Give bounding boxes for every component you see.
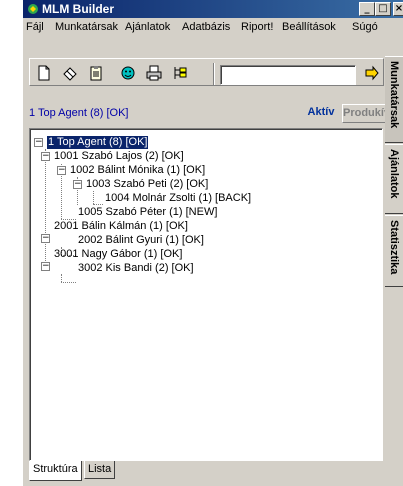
title-bar[interactable]: MLM Builder _ □ × xyxy=(23,0,403,18)
collapse-toggle[interactable]: − xyxy=(57,166,66,175)
tree-node[interactable]: 1003 Szabó Peti (2) [OK] xyxy=(86,178,208,191)
menu-adatbazis[interactable]: Adatbázis xyxy=(182,21,230,33)
close-button[interactable]: × xyxy=(393,2,403,16)
production-toggle-button[interactable]: Produkív xyxy=(342,104,390,123)
minimize-button[interactable]: _ xyxy=(359,2,375,16)
app-icon xyxy=(28,4,38,14)
eraser-icon[interactable] xyxy=(62,65,78,81)
menu-sugo[interactable]: Súgó xyxy=(352,21,378,33)
side-tab-strip: Munkatársak Ajánlatok Statisztika xyxy=(385,56,403,486)
tree-view-icon[interactable] xyxy=(172,65,188,81)
tab-statisztika-label: Statisztika xyxy=(388,220,400,275)
tree-node[interactable]: 2002 Bálint Gyuri (1) [OK] xyxy=(78,234,204,247)
menu-file[interactable]: Fájl xyxy=(26,21,44,33)
current-agent-label: 1 Top Agent (8) [OK] xyxy=(29,107,129,119)
toolbar-separator xyxy=(213,63,215,85)
collapse-toggle[interactable]: − xyxy=(41,152,50,161)
app-window: MLM Builder _ □ × Fájl Munkatársak Ajánl… xyxy=(22,0,403,486)
tab-statisztika[interactable]: Statisztika xyxy=(385,215,403,287)
search-input[interactable] xyxy=(220,65,356,85)
tree-node[interactable]: 3002 Kis Bandi (2) [OK] xyxy=(78,262,194,275)
collapse-toggle[interactable]: − xyxy=(73,180,82,189)
window-title: MLM Builder xyxy=(42,2,114,16)
tab-struktura[interactable]: Struktúra xyxy=(29,461,82,481)
tab-ajanlatok[interactable]: Ajánlatok xyxy=(385,144,403,214)
tree-node[interactable]: 1005 Szabó Péter (1) [NEW] xyxy=(78,206,217,219)
tree-connector xyxy=(93,191,94,204)
maximize-button[interactable]: □ xyxy=(375,2,391,16)
menu-beallitasok[interactable]: Beállítások xyxy=(282,21,336,33)
tree-connector xyxy=(93,204,103,205)
menu-bar: Fájl Munkatársak Ajánlatok Adatbázis Rip… xyxy=(23,19,403,37)
smiley-icon[interactable] xyxy=(120,65,136,81)
tree-connector xyxy=(45,149,46,267)
tree-connector xyxy=(61,274,62,282)
tree-node[interactable]: 3001 Nagy Gábor (1) [OK] xyxy=(54,248,182,261)
tree-connector xyxy=(61,282,76,283)
tab-munkatarsak-label: Munkatársak xyxy=(388,61,400,129)
new-document-icon[interactable] xyxy=(36,65,52,81)
collapse-toggle[interactable]: − xyxy=(34,138,43,147)
tree-node[interactable]: 1004 Molnár Zsolti (1) [BACK] xyxy=(105,192,251,205)
toolbar xyxy=(29,58,384,86)
tab-munkatarsak[interactable]: Munkatársak xyxy=(385,56,403,143)
agent-status-row: 1 Top Agent (8) [OK] Aktív Produkív xyxy=(29,104,390,124)
tab-lista[interactable]: Lista xyxy=(84,461,116,479)
collapse-toggle[interactable]: − xyxy=(41,234,50,243)
tree-node[interactable]: 1002 Bálint Mónika (1) [OK] xyxy=(70,164,205,177)
printer-icon[interactable] xyxy=(146,65,162,81)
menu-ajanlatok[interactable]: Ajánlatok xyxy=(125,21,170,33)
clipboard-icon[interactable] xyxy=(88,65,104,81)
menu-munkatarsak[interactable]: Munkatársak xyxy=(55,21,118,33)
collapse-toggle[interactable]: − xyxy=(41,262,50,271)
menu-riport[interactable]: Riport! xyxy=(241,21,273,33)
agent-tree[interactable]: − − − − − − 1 Top Agent (8) [OK] 1001 Sz… xyxy=(29,128,383,461)
tree-node[interactable]: 1001 Szabó Lajos (2) [OK] xyxy=(54,150,184,163)
tree-node[interactable]: 2001 Bálin Kálmán (1) [OK] xyxy=(54,220,188,233)
tab-ajanlatok-label: Ajánlatok xyxy=(388,149,400,199)
active-toggle-button[interactable]: Aktív xyxy=(301,104,341,123)
tree-node[interactable]: 1 Top Agent (8) [OK] xyxy=(45,135,150,150)
go-icon[interactable] xyxy=(364,65,380,81)
